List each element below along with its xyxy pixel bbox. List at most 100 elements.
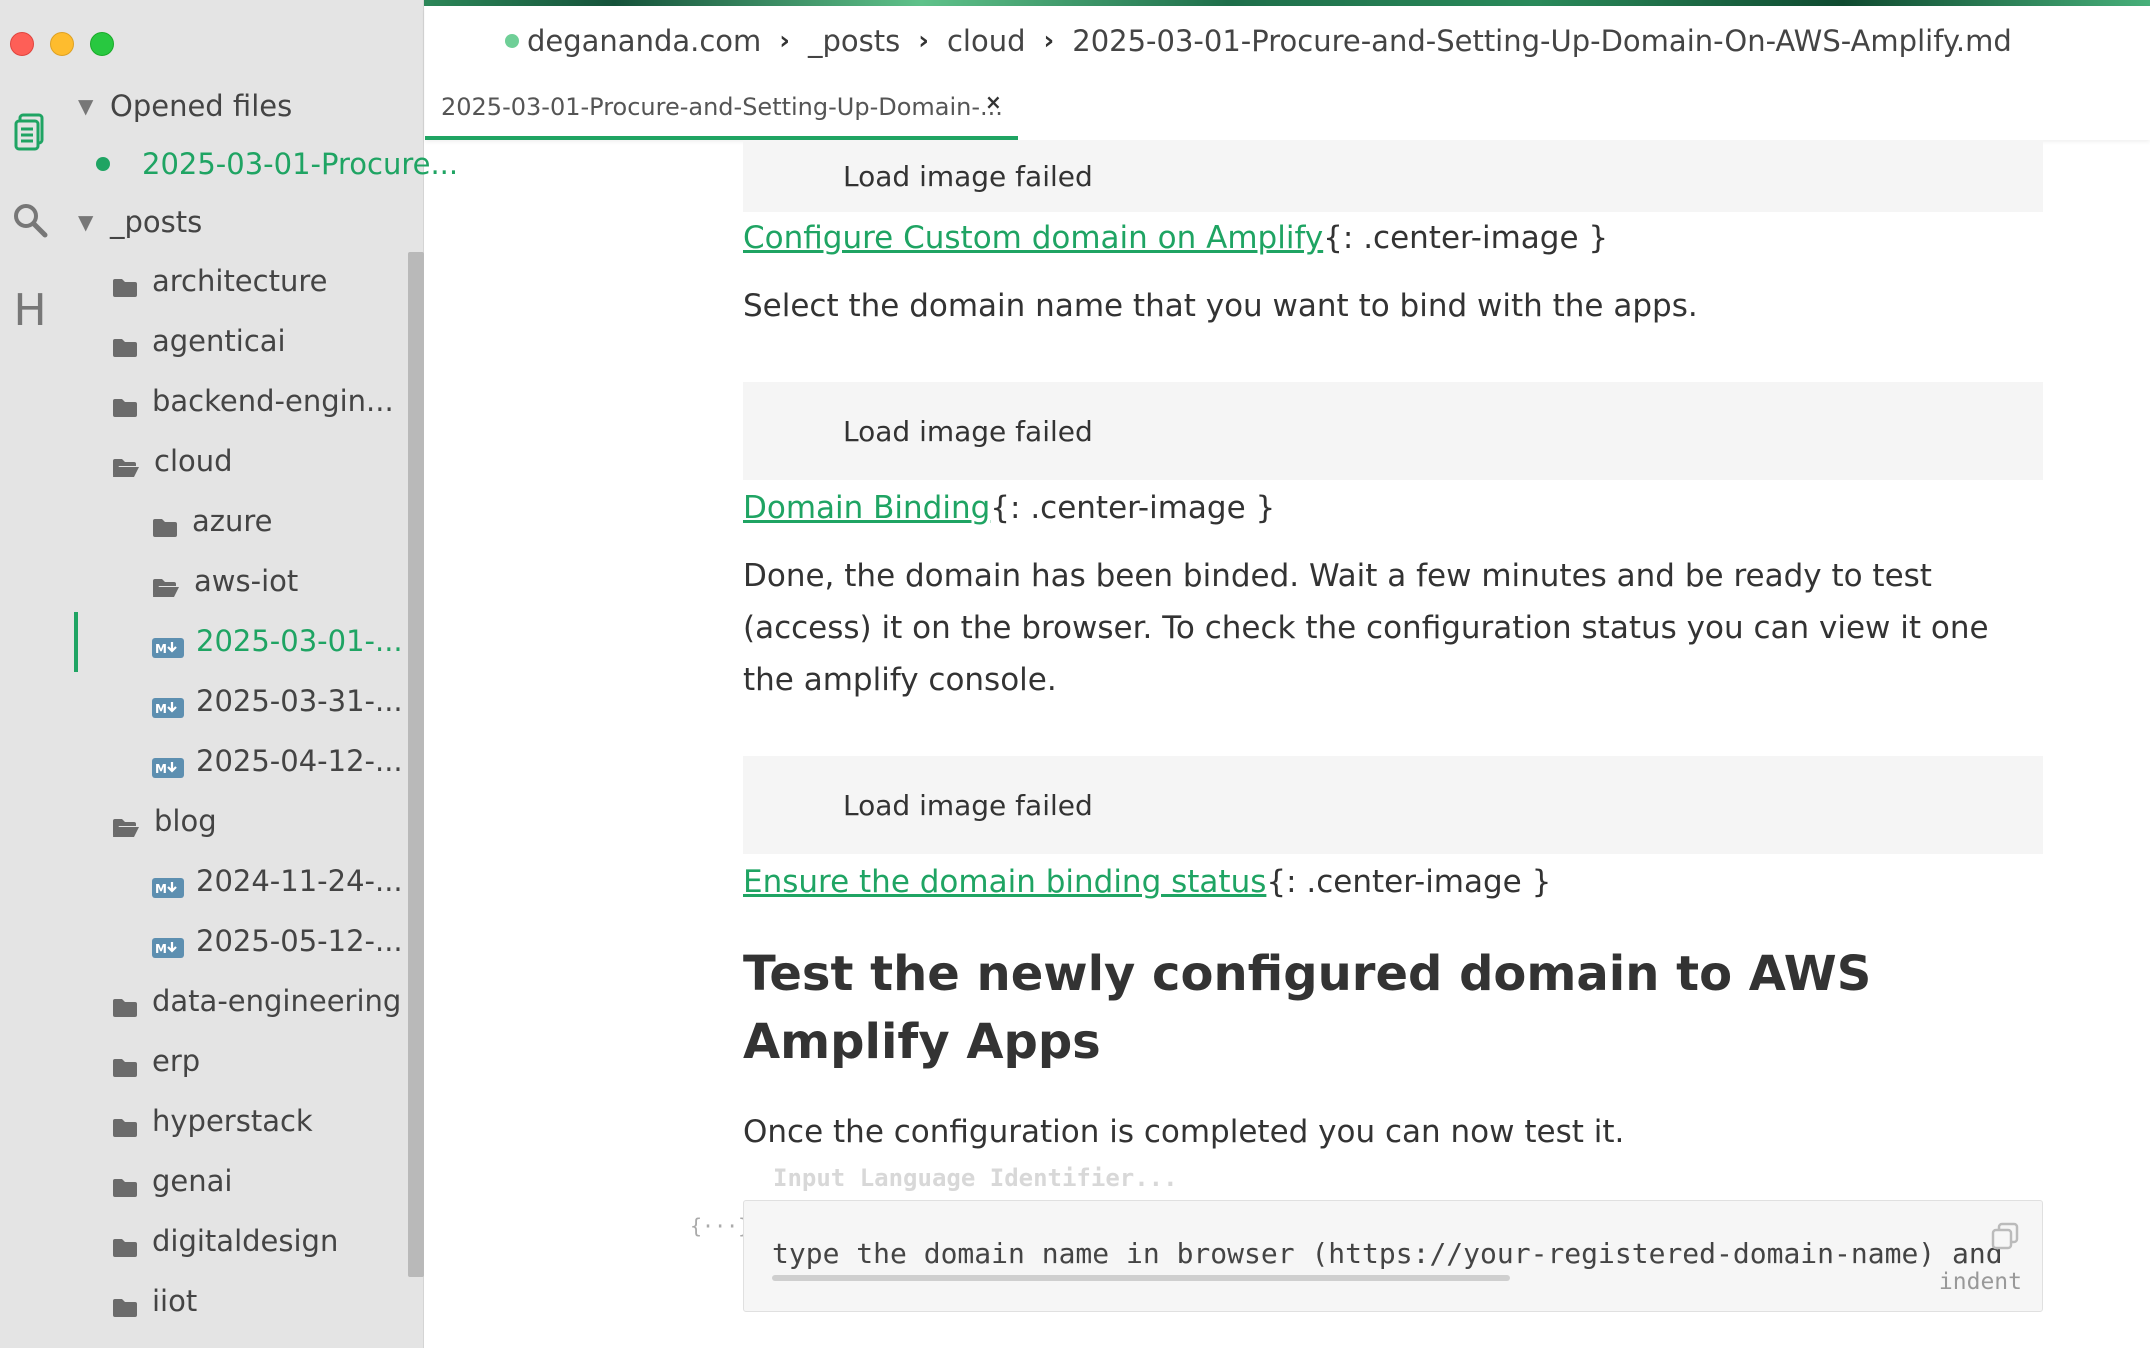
editor-header: degananda.com › _posts › cloud › 2025-03… <box>425 6 2150 140</box>
tree-item-label: hyperstack <box>152 1104 313 1138</box>
sidebar-scrollbar[interactable] <box>408 252 424 1277</box>
tree-folder-item[interactable]: agenticai <box>112 318 286 364</box>
code-indent-label: indent <box>1938 1269 2022 1295</box>
tree-folder-item[interactable]: genai <box>112 1158 232 1204</box>
folder-open-icon <box>112 811 140 837</box>
image-link[interactable]: Domain Binding <box>743 490 990 526</box>
tree-folder-item[interactable]: erp <box>112 1038 200 1084</box>
tree-folder-item[interactable]: backend-engin... <box>112 378 394 424</box>
tree-file-item[interactable]: M 2025-03-01-... <box>152 618 403 664</box>
breadcrumb-item[interactable]: cloud <box>947 24 1026 58</box>
copy-icon[interactable] <box>1990 1221 2020 1251</box>
opened-file-label: 2025-03-01-Procure... <box>142 147 459 181</box>
tab-title: 2025-03-01-Procure-and-Setting-Up-Domain… <box>441 93 1003 121</box>
svg-text:M: M <box>155 882 167 896</box>
chevron-down-icon: ▼ <box>78 94 94 118</box>
svg-text:M: M <box>155 702 167 716</box>
code-fence-icon[interactable]: {···} <box>690 1214 750 1238</box>
active-file-indicator <box>74 612 78 672</box>
heading-icon[interactable]: H <box>12 285 48 336</box>
paragraph: Once the configuration is completed you … <box>743 1114 1625 1150</box>
folder-open-icon <box>112 451 140 477</box>
tree-file-item[interactable]: M 2024-11-24-... <box>152 858 403 904</box>
close-icon[interactable]: × <box>985 90 1002 114</box>
tree-file-item[interactable]: M 2025-03-31-... <box>152 678 403 724</box>
tree-folder-item[interactable]: hyperstack <box>112 1098 313 1144</box>
folder-icon <box>112 1111 138 1137</box>
folder-icon <box>112 991 138 1017</box>
tree-folder-item[interactable]: iiot <box>112 1278 197 1324</box>
opened-file-item[interactable]: 2025-03-01-Procure... <box>96 141 458 187</box>
tree-item-label: erp <box>152 1044 201 1078</box>
sidebar: H ▼ Opened files 2025-03-01-Procure... ▼… <box>0 0 458 1348</box>
posts-root-folder[interactable]: ▼ _posts <box>78 199 202 245</box>
repo-status-dot-icon <box>505 34 519 48</box>
tree-item-label: azure <box>192 504 273 538</box>
breadcrumb: degananda.com › _posts › cloud › 2025-03… <box>505 24 2012 58</box>
breadcrumb-item[interactable]: 2025-03-01-Procure-and-Setting-Up-Domain… <box>1072 24 2012 58</box>
image-failed-text: Load image failed <box>843 159 1093 193</box>
folder-icon <box>112 1231 138 1257</box>
paragraph: Done, the domain has been binded. Wait a… <box>743 558 1989 698</box>
section-heading: Test the newly configured domain to AWS … <box>743 946 1872 1070</box>
caption-attr: {: .center-image } <box>1266 864 1552 900</box>
code-horizontal-scrollbar[interactable] <box>772 1275 1510 1281</box>
search-icon[interactable] <box>12 200 48 240</box>
tree-folder-item[interactable]: azure <box>152 498 273 544</box>
tree-folder-item[interactable]: digitaldesign <box>112 1218 338 1264</box>
tree-item-label: blog <box>154 804 217 838</box>
tree-folder-item[interactable]: cloud <box>112 438 233 484</box>
image-link[interactable]: Configure Custom domain on Amplify <box>743 220 1323 256</box>
posts-root-label: _posts <box>110 205 203 239</box>
tree-item-label: digitaldesign <box>152 1224 339 1258</box>
tree-item-label: 2024-11-24-... <box>196 864 403 898</box>
tree-item-label: 2025-05-12-... <box>196 924 403 958</box>
caption-attr: {: .center-image } <box>1323 220 1609 256</box>
tree-item-label: architecture <box>152 264 328 298</box>
markdown-file-icon: M <box>152 631 184 658</box>
files-icon[interactable] <box>12 112 48 152</box>
folder-icon <box>112 391 138 417</box>
folder-open-icon <box>152 571 180 597</box>
minimize-window-button[interactable] <box>50 32 74 56</box>
tree-item-label: agenticai <box>152 324 286 358</box>
code-line: type the domain name in browser (https:/… <box>772 1237 2003 1270</box>
unsaved-dot-icon <box>96 157 110 171</box>
tree-item-label: 2025-03-31-... <box>196 684 403 718</box>
image-caption: Ensure the domain binding status{: .cent… <box>743 856 2043 908</box>
opened-files-section[interactable]: ▼ Opened files <box>78 83 292 129</box>
code-language-input[interactable]: Input Language Identifier... <box>773 1164 1178 1192</box>
tree-file-item[interactable]: M 2025-05-12-... <box>152 918 403 964</box>
folder-icon <box>112 1171 138 1197</box>
tree-folder-item[interactable]: architecture <box>112 258 327 304</box>
tree-item-label: data-engineering <box>152 984 402 1018</box>
tree-file-item[interactable]: M 2025-04-12-... <box>152 738 403 784</box>
image-caption: Configure Custom domain on Amplify{: .ce… <box>743 212 2043 264</box>
tree-folder-item[interactable]: blog <box>112 798 217 844</box>
folder-icon <box>112 1291 138 1317</box>
markdown-file-icon: M <box>152 751 184 778</box>
tree-folder-item[interactable]: aws-iot <box>152 558 298 604</box>
image-link[interactable]: Ensure the domain binding status <box>743 864 1266 900</box>
tree-item-label: 2025-04-12-... <box>196 744 403 778</box>
caption-attr: {: .center-image } <box>990 490 1276 526</box>
tree-folder-item[interactable]: data-engineering <box>112 978 401 1024</box>
tree-item-label: aws-iot <box>194 564 299 598</box>
folder-icon <box>112 271 138 297</box>
opened-files-label: Opened files <box>110 89 293 123</box>
tree-item-label: cloud <box>154 444 233 478</box>
breadcrumb-item[interactable]: _posts <box>808 24 900 58</box>
tree-item-label: iiot <box>152 1284 198 1318</box>
maximize-window-button[interactable] <box>90 32 114 56</box>
svg-text:M: M <box>155 762 167 776</box>
close-window-button[interactable] <box>10 32 34 56</box>
image-failed-text: Load image failed <box>843 414 1093 448</box>
folder-icon <box>152 511 178 537</box>
breadcrumb-item[interactable]: degananda.com <box>527 24 761 58</box>
code-block[interactable]: type the domain name in browser (https:/… <box>743 1200 2043 1312</box>
chevron-down-icon: ▼ <box>78 210 94 234</box>
markdown-file-icon: M <box>152 931 184 958</box>
markdown-file-icon: M <box>152 871 184 898</box>
tree-item-label: backend-engin... <box>152 384 394 418</box>
tab-active-file[interactable]: 2025-03-01-Procure-and-Setting-Up-Domain… <box>425 78 1018 140</box>
